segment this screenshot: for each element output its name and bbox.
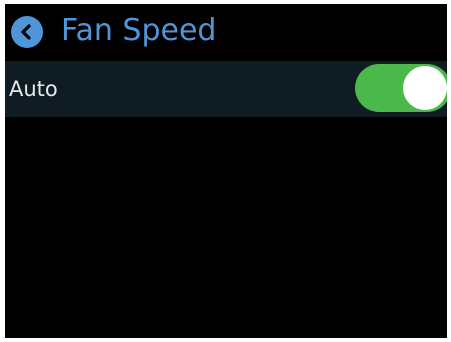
setting-label: Auto — [9, 77, 58, 101]
setting-row-auto: Auto — [5, 61, 447, 117]
chevron-left-icon — [21, 24, 31, 40]
page-title: Fan Speed — [61, 13, 217, 48]
back-button[interactable] — [11, 16, 43, 48]
auto-toggle[interactable] — [355, 64, 447, 112]
header: Fan Speed — [5, 4, 447, 60]
toggle-knob — [403, 66, 447, 110]
screen: Fan Speed Auto — [5, 4, 447, 338]
